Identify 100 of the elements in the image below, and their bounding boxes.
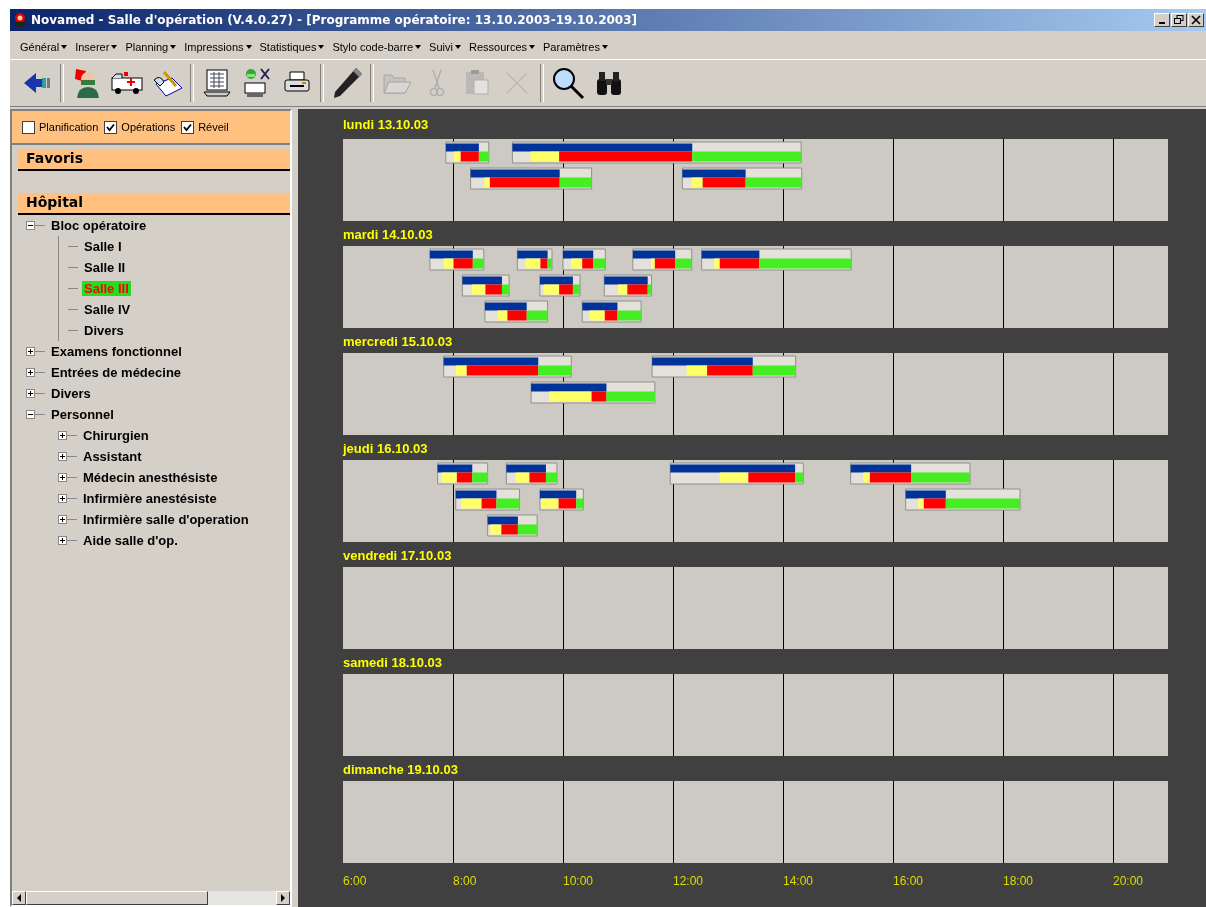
operation-bar[interactable] [669,462,804,485]
scroll-left-icon[interactable] [16,894,22,902]
operation-bar[interactable] [562,248,606,271]
operation-bar[interactable] [905,488,1021,511]
checkbox[interactable] [22,120,35,134]
window-title: Novamed - Salle d'opération (V.4.0.27) - [Programme opératoire: 13.10.2003-19.10.2003] [31,13,638,27]
caret-icon [318,45,325,49]
menu-item[interactable]: Ressources [464,41,540,53]
time-label: 12:00 [673,874,704,888]
tree-item[interactable]: Divers [82,323,126,338]
doctor-icon [72,67,102,99]
search-icon [550,65,586,101]
collapse-icon[interactable] [26,221,35,230]
tree-item[interactable]: Chirurgien [81,428,151,443]
tree-item[interactable]: Infirmière salle d'operation [81,512,251,527]
operation-bar[interactable] [461,274,510,297]
caret-icon [170,45,177,49]
tree-item[interactable]: Infirmière anestésiste [81,491,219,506]
menu-item[interactable]: Statistiques [255,41,329,53]
surgeon-icon [241,67,273,99]
restore-button[interactable] [1171,13,1187,27]
expand-icon[interactable] [58,452,67,461]
restore-icon [1174,15,1184,25]
day-label: dimanche 19.10.03 [343,760,459,779]
checkbox-label: Opérations [121,121,176,133]
menu-item[interactable]: Suivi [425,41,465,53]
minimize-icon [1159,22,1165,24]
tree-item[interactable]: Salle I [82,239,124,254]
operation-bar[interactable] [539,274,581,297]
caret-icon [601,45,608,49]
operation-bar[interactable] [429,248,485,271]
operation-bar[interactable] [632,248,693,271]
tree-item[interactable]: Entrées de médecine [49,365,184,380]
close-icon [1191,15,1201,25]
checkbox[interactable] [104,120,118,134]
operation-bar[interactable] [437,462,489,485]
operation-bar[interactable] [455,488,521,511]
horizontal-scrollbar[interactable] [12,890,290,905]
operation-bar[interactable] [484,300,549,323]
menu-item[interactable]: Général [16,41,72,53]
time-label: 8:00 [453,874,477,888]
scroll-right-icon[interactable] [280,894,286,902]
calendar-icon [201,68,233,98]
menu-item[interactable]: Inserer [71,41,122,53]
checkbox-label: Planification [39,121,99,133]
ambulance-icon [110,70,144,96]
expand-icon[interactable] [58,431,67,440]
menu-item[interactable]: Impressions [180,41,256,53]
operation-bar[interactable] [681,167,803,190]
tree-item[interactable]: Aide salle d'op. [81,533,180,548]
caret-icon [61,45,68,49]
tree-item[interactable]: Personnel [49,407,116,422]
operation-bar[interactable] [445,141,490,164]
time-label: 20:00 [1113,874,1144,888]
time-label: 16:00 [893,874,923,888]
binoculars-icon [594,69,624,97]
tree-item[interactable]: Bloc opératoire [49,218,149,233]
operation-bar[interactable] [470,167,593,190]
expand-icon[interactable] [26,389,35,398]
operation-bar[interactable] [516,248,553,271]
expand-icon[interactable] [58,473,67,482]
time-label: 10:00 [563,874,594,888]
operation-bar[interactable] [511,141,802,164]
operation-bar[interactable] [487,514,538,537]
section-header: Hôpital [18,193,290,215]
minimize-button[interactable] [1154,13,1170,27]
day-label: vendredi 17.10.03 [343,546,453,565]
expand-icon[interactable] [58,536,67,545]
day-label: samedi 18.10.03 [343,653,444,672]
time-label: 6:00 [343,874,367,888]
expand-icon[interactable] [58,515,67,524]
operation-bar[interactable] [539,488,584,511]
tree-item[interactable]: Divers [49,386,93,401]
operation-bar[interactable] [581,300,642,323]
close-button[interactable] [1188,13,1204,27]
menu-item[interactable]: Planning [121,41,181,53]
caret-icon [415,45,422,49]
expand-icon[interactable] [58,494,67,503]
operation-bar[interactable] [505,462,558,485]
operation-bar[interactable] [530,381,656,404]
operation-bar[interactable] [850,462,971,485]
menu-item[interactable]: Paramètres [539,41,612,53]
tree-item[interactable]: Salle II [82,260,128,275]
operation-bar[interactable] [701,248,852,271]
menu-item[interactable]: Stylo code-barre [328,41,426,53]
caret-icon [245,45,252,49]
day-label: mercredi 15.10.03 [343,332,454,351]
tree-item[interactable]: Examens fonctionnel [49,344,184,359]
tree-item[interactable]: Assistant [81,449,144,464]
checkbox-label: Réveil [198,121,229,133]
expand-icon[interactable] [26,347,35,356]
checkbox[interactable] [181,120,195,134]
expand-icon[interactable] [26,368,35,377]
operation-bar[interactable] [443,355,572,378]
operation-bar[interactable] [603,274,653,297]
app-icon [12,12,28,28]
operation-bar[interactable] [651,355,797,378]
tree-item[interactable]: Salle IV [82,302,133,317]
collapse-icon[interactable] [26,410,35,419]
tree-item[interactable]: Médecin anesthésiste [81,470,220,485]
